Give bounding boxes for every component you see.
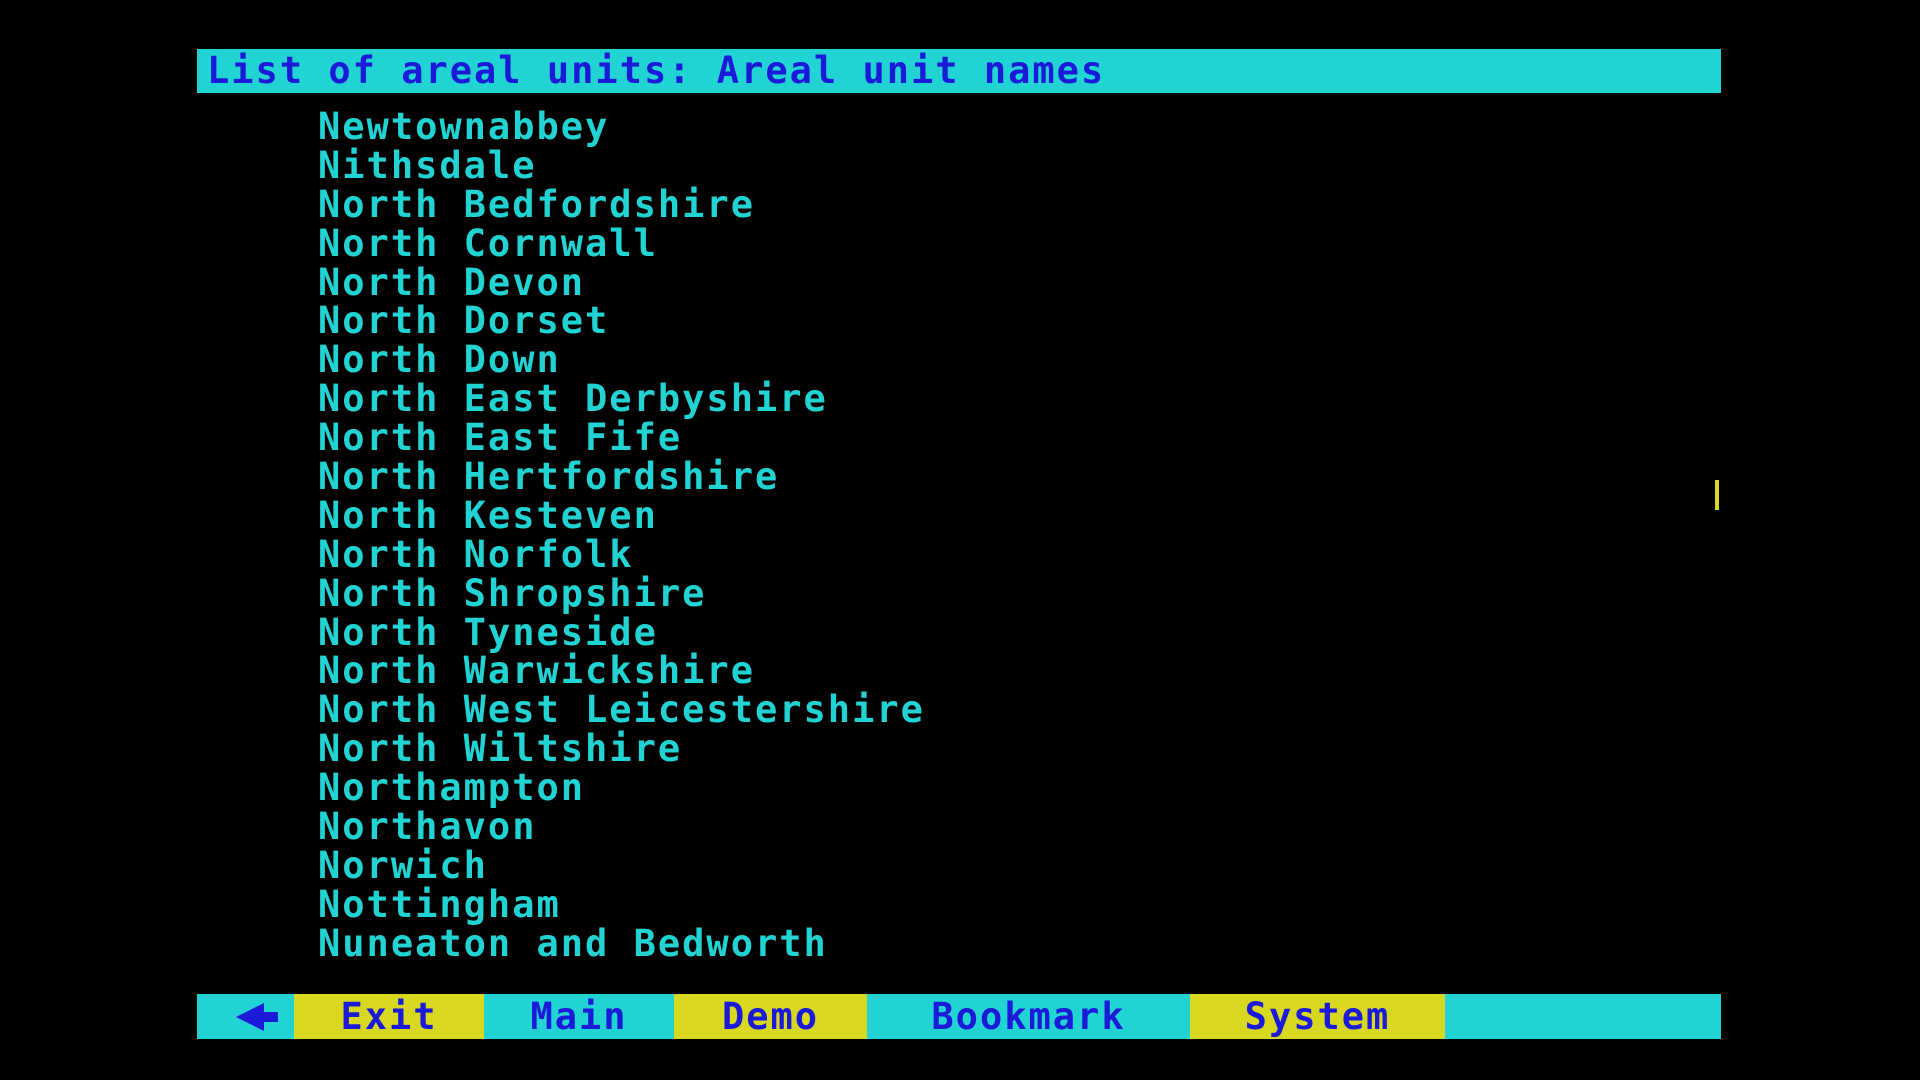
header-bar: List of areal units: Areal unit names [197,49,1721,93]
page-title: List of areal units: Areal unit names [207,49,1106,92]
list-item[interactable]: North Tyneside [318,613,925,653]
list-item[interactable]: North Dorset [318,302,925,341]
main-button[interactable]: Main [484,994,674,1039]
list-item[interactable]: North Hertfordshire [318,457,925,497]
list-item[interactable]: North Shropshire [318,574,925,614]
left-arrow-icon [235,1002,278,1031]
list-item[interactable]: North Norfolk [318,535,925,575]
list-item[interactable]: North Bedfordshire [318,185,925,225]
list-item[interactable]: North Cornwall [318,224,925,264]
list-item[interactable]: North West Leicestershire [318,690,925,730]
list-item[interactable]: North East Fife [318,418,925,458]
bookmark-button[interactable]: Bookmark [867,994,1190,1039]
list-item[interactable]: Northampton [318,768,925,808]
list-item[interactable]: Northavon [318,807,925,847]
back-button[interactable] [197,994,294,1039]
list-item[interactable]: North Wiltshire [318,729,925,769]
areal-unit-list: Newtownabbey Nithsdale North Bedfordshir… [318,107,925,964]
list-item[interactable]: Nottingham [318,885,925,925]
list-item[interactable]: North Devon [318,263,925,303]
system-button[interactable]: System [1190,994,1445,1039]
list-item[interactable]: Nuneaton and Bedworth [318,924,925,964]
demo-button[interactable]: Demo [674,994,867,1039]
list-item[interactable]: Norwich [318,846,925,886]
footer-bar: Exit Main Demo Bookmark System [197,994,1721,1039]
exit-button[interactable]: Exit [294,994,484,1039]
list-item[interactable]: North East Derbyshire [318,379,925,419]
list-item[interactable]: Nithsdale [318,146,925,186]
list-item[interactable]: Newtownabbey [318,107,925,147]
list-item[interactable]: North Warwickshire [318,652,925,691]
pointer-cursor [1715,480,1719,510]
list-item[interactable]: North Kesteven [318,496,925,536]
list-item[interactable]: North Down [318,340,925,380]
